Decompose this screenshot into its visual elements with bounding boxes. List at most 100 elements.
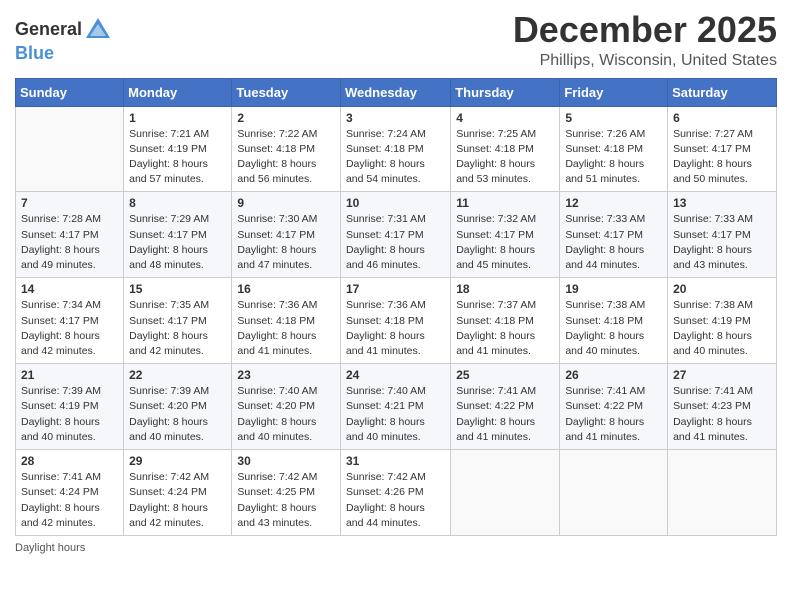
header: General Blue December 2025 Phillips, Wis… xyxy=(15,10,777,70)
sunset-text: Sunset: 4:17 PM xyxy=(129,229,207,241)
sunset-text: Sunset: 4:25 PM xyxy=(237,486,315,498)
day-info: Sunrise: 7:42 AM Sunset: 4:25 PM Dayligh… xyxy=(237,470,335,531)
day-number: 20 xyxy=(673,282,771,296)
sunset-text: Sunset: 4:18 PM xyxy=(565,143,643,155)
daylight-text-2: and 43 minutes. xyxy=(237,517,312,529)
daylight-text: Daylight: 8 hours xyxy=(673,158,752,170)
day-info: Sunrise: 7:32 AM Sunset: 4:17 PM Dayligh… xyxy=(456,212,554,273)
day-number: 12 xyxy=(565,196,662,210)
day-info: Sunrise: 7:22 AM Sunset: 4:18 PM Dayligh… xyxy=(237,127,335,188)
daylight-text: Daylight: 8 hours xyxy=(237,244,316,256)
day-number: 1 xyxy=(129,111,226,125)
sunset-text: Sunset: 4:18 PM xyxy=(346,143,424,155)
day-info: Sunrise: 7:36 AM Sunset: 4:18 PM Dayligh… xyxy=(237,298,335,359)
day-number: 4 xyxy=(456,111,554,125)
daylight-text-2: and 49 minutes. xyxy=(21,259,96,271)
calendar-cell: 14 Sunrise: 7:34 AM Sunset: 4:17 PM Dayl… xyxy=(16,278,124,364)
day-info: Sunrise: 7:29 AM Sunset: 4:17 PM Dayligh… xyxy=(129,212,226,273)
daylight-text: Daylight: 8 hours xyxy=(237,416,316,428)
sunrise-text: Sunrise: 7:36 AM xyxy=(237,299,317,311)
weekday-header-sunday: Sunday xyxy=(16,78,124,106)
daylight-text-2: and 42 minutes. xyxy=(21,517,96,529)
day-info: Sunrise: 7:35 AM Sunset: 4:17 PM Dayligh… xyxy=(129,298,226,359)
sunset-text: Sunset: 4:18 PM xyxy=(456,315,534,327)
day-info: Sunrise: 7:39 AM Sunset: 4:20 PM Dayligh… xyxy=(129,384,226,445)
month-title: December 2025 xyxy=(513,10,777,50)
day-info: Sunrise: 7:31 AM Sunset: 4:17 PM Dayligh… xyxy=(346,212,445,273)
sunset-text: Sunset: 4:17 PM xyxy=(129,315,207,327)
day-info: Sunrise: 7:33 AM Sunset: 4:17 PM Dayligh… xyxy=(565,212,662,273)
day-number: 31 xyxy=(346,454,445,468)
day-info: Sunrise: 7:42 AM Sunset: 4:26 PM Dayligh… xyxy=(346,470,445,531)
calendar-cell: 9 Sunrise: 7:30 AM Sunset: 4:17 PM Dayli… xyxy=(232,192,341,278)
calendar-week-row: 1 Sunrise: 7:21 AM Sunset: 4:19 PM Dayli… xyxy=(16,106,777,192)
daylight-text-2: and 51 minutes. xyxy=(565,173,640,185)
day-number: 3 xyxy=(346,111,445,125)
daylight-text: Daylight: 8 hours xyxy=(129,416,208,428)
day-number: 11 xyxy=(456,196,554,210)
calendar-table: SundayMondayTuesdayWednesdayThursdayFrid… xyxy=(15,78,777,536)
daylight-text: Daylight: 8 hours xyxy=(346,330,425,342)
sunrise-text: Sunrise: 7:39 AM xyxy=(21,385,101,397)
calendar-week-row: 21 Sunrise: 7:39 AM Sunset: 4:19 PM Dayl… xyxy=(16,364,777,450)
sunset-text: Sunset: 4:17 PM xyxy=(673,143,751,155)
daylight-text: Daylight: 8 hours xyxy=(237,330,316,342)
sunset-text: Sunset: 4:20 PM xyxy=(129,400,207,412)
calendar-cell: 4 Sunrise: 7:25 AM Sunset: 4:18 PM Dayli… xyxy=(451,106,560,192)
daylight-text-2: and 40 minutes. xyxy=(565,345,640,357)
calendar-cell: 18 Sunrise: 7:37 AM Sunset: 4:18 PM Dayl… xyxy=(451,278,560,364)
daylight-hours-label: Daylight hours xyxy=(15,542,85,554)
weekday-header-row: SundayMondayTuesdayWednesdayThursdayFrid… xyxy=(16,78,777,106)
title-area: December 2025 Phillips, Wisconsin, Unite… xyxy=(513,10,777,70)
day-number: 23 xyxy=(237,368,335,382)
day-number: 17 xyxy=(346,282,445,296)
sunset-text: Sunset: 4:17 PM xyxy=(21,315,99,327)
calendar-week-row: 28 Sunrise: 7:41 AM Sunset: 4:24 PM Dayl… xyxy=(16,450,777,536)
daylight-text-2: and 45 minutes. xyxy=(456,259,531,271)
calendar-cell: 26 Sunrise: 7:41 AM Sunset: 4:22 PM Dayl… xyxy=(560,364,668,450)
calendar-cell: 27 Sunrise: 7:41 AM Sunset: 4:23 PM Dayl… xyxy=(668,364,777,450)
sunset-text: Sunset: 4:17 PM xyxy=(456,229,534,241)
day-number: 21 xyxy=(21,368,118,382)
daylight-text-2: and 43 minutes. xyxy=(673,259,748,271)
sunrise-text: Sunrise: 7:21 AM xyxy=(129,128,209,140)
calendar-cell: 17 Sunrise: 7:36 AM Sunset: 4:18 PM Dayl… xyxy=(340,278,450,364)
day-number: 28 xyxy=(21,454,118,468)
sunset-text: Sunset: 4:17 PM xyxy=(237,229,315,241)
daylight-text-2: and 40 minutes. xyxy=(237,431,312,443)
daylight-text-2: and 44 minutes. xyxy=(565,259,640,271)
sunrise-text: Sunrise: 7:42 AM xyxy=(346,471,426,483)
sunset-text: Sunset: 4:17 PM xyxy=(21,229,99,241)
sunrise-text: Sunrise: 7:31 AM xyxy=(346,213,426,225)
day-number: 14 xyxy=(21,282,118,296)
sunset-text: Sunset: 4:19 PM xyxy=(673,315,751,327)
calendar-week-row: 7 Sunrise: 7:28 AM Sunset: 4:17 PM Dayli… xyxy=(16,192,777,278)
calendar-cell: 12 Sunrise: 7:33 AM Sunset: 4:17 PM Dayl… xyxy=(560,192,668,278)
calendar-week-row: 14 Sunrise: 7:34 AM Sunset: 4:17 PM Dayl… xyxy=(16,278,777,364)
sunrise-text: Sunrise: 7:26 AM xyxy=(565,128,645,140)
logo-icon xyxy=(84,16,112,44)
day-info: Sunrise: 7:34 AM Sunset: 4:17 PM Dayligh… xyxy=(21,298,118,359)
daylight-text-2: and 41 minutes. xyxy=(565,431,640,443)
sunrise-text: Sunrise: 7:42 AM xyxy=(129,471,209,483)
day-info: Sunrise: 7:28 AM Sunset: 4:17 PM Dayligh… xyxy=(21,212,118,273)
logo: General Blue xyxy=(15,16,112,64)
sunrise-text: Sunrise: 7:42 AM xyxy=(237,471,317,483)
calendar-cell: 2 Sunrise: 7:22 AM Sunset: 4:18 PM Dayli… xyxy=(232,106,341,192)
sunrise-text: Sunrise: 7:27 AM xyxy=(673,128,753,140)
daylight-text: Daylight: 8 hours xyxy=(565,244,644,256)
location-title: Phillips, Wisconsin, United States xyxy=(513,52,777,70)
calendar-cell: 1 Sunrise: 7:21 AM Sunset: 4:19 PM Dayli… xyxy=(124,106,232,192)
calendar-cell: 21 Sunrise: 7:39 AM Sunset: 4:19 PM Dayl… xyxy=(16,364,124,450)
weekday-header-friday: Friday xyxy=(560,78,668,106)
calendar-cell: 29 Sunrise: 7:42 AM Sunset: 4:24 PM Dayl… xyxy=(124,450,232,536)
weekday-header-saturday: Saturday xyxy=(668,78,777,106)
day-number: 26 xyxy=(565,368,662,382)
daylight-text: Daylight: 8 hours xyxy=(21,502,100,514)
daylight-text: Daylight: 8 hours xyxy=(21,244,100,256)
day-info: Sunrise: 7:27 AM Sunset: 4:17 PM Dayligh… xyxy=(673,127,771,188)
sunrise-text: Sunrise: 7:32 AM xyxy=(456,213,536,225)
daylight-text-2: and 42 minutes. xyxy=(21,345,96,357)
sunset-text: Sunset: 4:17 PM xyxy=(565,229,643,241)
sunrise-text: Sunrise: 7:29 AM xyxy=(129,213,209,225)
